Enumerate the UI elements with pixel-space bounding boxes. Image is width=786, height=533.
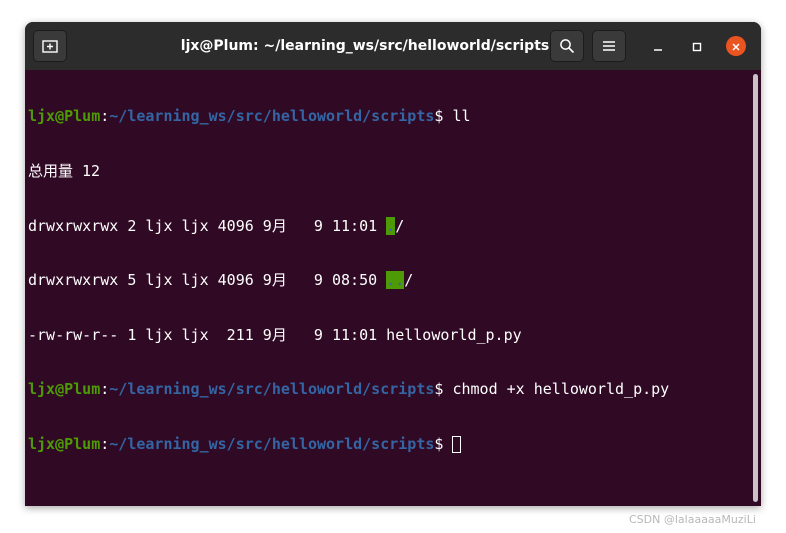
prompt-symbol: $ — [434, 380, 453, 399]
prompt-colon: : — [100, 434, 110, 453]
command-text: ll — [452, 107, 471, 126]
terminal-output[interactable]: ljx@Plum:~/learning_ws/src/helloworld/sc… — [25, 70, 761, 506]
maximize-icon — [692, 37, 702, 56]
listing-meta: drwxrwxrwx 5 ljx ljx 4096 9月 9 08:50 — [28, 271, 387, 290]
listing-file-name: helloworld_p.py — [386, 325, 522, 344]
maximize-button[interactable] — [687, 36, 707, 56]
prompt-path: ~/learning_ws/src/helloworld/scripts — [109, 434, 435, 453]
command-text: chmod +x helloworld_p.py — [452, 380, 670, 399]
hamburger-menu-icon — [602, 40, 616, 52]
watermark: CSDN @lalaaaaaMuziLi — [629, 513, 756, 526]
prompt-path: ~/learning_ws/src/helloworld/scripts — [109, 380, 435, 399]
listing-dir-name: .. — [386, 271, 405, 290]
prompt-user: ljx@Plum — [28, 107, 101, 126]
prompt-path: ~/learning_ws/src/helloworld/scripts — [109, 107, 435, 126]
text-cursor — [452, 435, 462, 453]
listing-meta: -rw-rw-r-- 1 ljx ljx 211 9月 9 11:01 — [28, 325, 387, 344]
prompt-user: ljx@Plum — [28, 434, 101, 453]
minimize-icon — [653, 37, 663, 56]
new-tab-icon — [42, 39, 58, 53]
total-line: 总用量 12 — [28, 162, 101, 180]
prompt-colon: : — [100, 380, 110, 399]
listing-slash: / — [395, 216, 405, 235]
listing-dir-name: . — [386, 216, 396, 235]
menu-button[interactable] — [592, 30, 626, 62]
close-button[interactable] — [726, 36, 746, 56]
scrollbar[interactable] — [753, 74, 758, 502]
new-tab-button[interactable] — [33, 30, 67, 62]
listing-line: drwxrwxrwx 5 ljx ljx 4096 9月 9 08:50 ../ — [28, 271, 669, 290]
prompt-line: ljx@Plum:~/learning_ws/src/helloworld/sc… — [28, 435, 669, 453]
close-icon — [731, 37, 741, 56]
terminal-window: ljx@Plum: ~/learning_ws/src/helloworld/s… — [25, 22, 761, 506]
window-title: ljx@Plum: ~/learning_ws/src/helloworld/s… — [180, 38, 550, 54]
prompt-user: ljx@Plum — [28, 380, 101, 399]
listing-line: drwxrwxrwx 2 ljx ljx 4096 9月 9 11:01 ./ — [28, 216, 669, 235]
listing-meta: drwxrwxrwx 2 ljx ljx 4096 9月 9 11:01 — [28, 216, 387, 235]
listing-slash: / — [404, 271, 414, 290]
minimize-button[interactable] — [648, 36, 668, 56]
title-bar: ljx@Plum: ~/learning_ws/src/helloworld/s… — [25, 22, 761, 71]
prompt-symbol: $ — [434, 434, 453, 453]
listing-line: -rw-rw-r-- 1 ljx ljx 211 9月 9 11:01 hell… — [28, 326, 669, 344]
prompt-colon: : — [100, 107, 110, 126]
search-icon — [559, 38, 575, 54]
search-button[interactable] — [550, 30, 584, 62]
prompt-symbol: $ — [434, 107, 453, 126]
prompt-line: ljx@Plum:~/learning_ws/src/helloworld/sc… — [28, 380, 669, 398]
prompt-line: ljx@Plum:~/learning_ws/src/helloworld/sc… — [28, 107, 669, 125]
